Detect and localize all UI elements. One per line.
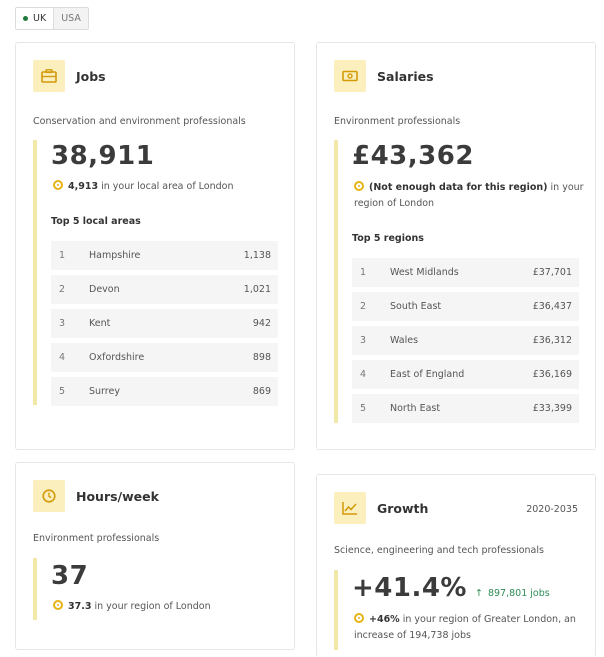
row-rank: 1 — [360, 267, 367, 278]
list-item: 5 Surrey 869 — [51, 377, 278, 406]
hours-subtitle: Environment professionals — [33, 533, 160, 544]
jobs-subtitle: Conservation and environment professiona… — [33, 116, 246, 127]
salaries-card-header: Salaries — [334, 60, 434, 92]
hours-accent-bar — [33, 558, 37, 620]
jobs-card: Jobs Conservation and environment profes… — [15, 42, 295, 450]
location-pin-icon — [354, 613, 364, 623]
list-item: 3 Wales £36,312 — [352, 326, 579, 355]
toggle-usa-label: USA — [61, 13, 81, 24]
row-value: 942 — [252, 318, 271, 329]
row-rank: 4 — [360, 369, 367, 380]
jobs-local: 4,913 in your local area of London — [53, 179, 283, 195]
list-item: 5 North East £33,399 — [352, 394, 579, 423]
salaries-subtitle: Environment professionals — [334, 116, 461, 127]
growth-range: 2020-2035 — [526, 504, 578, 515]
growth-subtitle: Science, engineering and tech profession… — [334, 545, 544, 556]
row-name: South East — [390, 301, 442, 312]
row-rank: 3 — [360, 335, 367, 346]
location-pin-icon — [354, 181, 364, 191]
growth-local: +46% in your region of Greater London, a… — [354, 612, 579, 644]
row-value: £36,437 — [532, 301, 572, 312]
row-rank: 2 — [59, 284, 66, 295]
clock-icon — [33, 480, 65, 512]
row-name: Oxfordshire — [89, 352, 145, 363]
hours-local: 37.3 in your region of London — [53, 599, 283, 615]
row-rank: 4 — [59, 352, 66, 363]
row-value: 1,138 — [243, 250, 271, 261]
growth-card-header: Growth — [334, 492, 428, 524]
salaries-title: Salaries — [377, 68, 434, 84]
jobs-card-header: Jobs — [33, 60, 106, 92]
money-icon — [334, 60, 366, 92]
jobs-top-list: 1 Hampshire 1,138 2 Devon 1,021 3 Kent 942 4 Ox… — [51, 241, 278, 411]
row-name: West Midlands — [390, 267, 459, 278]
hours-local-bold: 37.3 — [68, 601, 92, 612]
hours-local-text: in your region of London — [91, 601, 211, 612]
row-value: £37,701 — [532, 267, 572, 278]
salaries-local-bold: (Not enough data for this region) — [369, 182, 548, 193]
salaries-local: (Not enough data for this region) in you… — [354, 180, 584, 212]
briefcase-icon — [33, 60, 65, 92]
row-name: Surrey — [89, 386, 120, 397]
salaries-accent-bar — [334, 140, 338, 423]
row-name: Kent — [89, 318, 111, 329]
hours-title: Hours/week — [76, 488, 159, 504]
growth-accent-bar — [334, 570, 338, 650]
jobs-title: Jobs — [76, 68, 106, 84]
row-name: Devon — [89, 284, 120, 295]
row-name: Hampshire — [89, 250, 141, 261]
toggle-uk-label: UK — [33, 13, 47, 24]
row-value: 898 — [252, 352, 271, 363]
row-rank: 1 — [59, 250, 66, 261]
row-rank: 5 — [59, 386, 66, 397]
jobs-accent-bar — [33, 140, 37, 405]
row-value: 869 — [252, 386, 271, 397]
row-value: £36,169 — [532, 369, 572, 380]
jobs-local-text: in your local area of London — [98, 181, 234, 192]
country-toggle: UK USA — [15, 7, 89, 30]
list-item: 1 West Midlands £37,701 — [352, 258, 579, 287]
growth-trend-text: 897,801 jobs — [487, 588, 550, 599]
list-item: 4 Oxfordshire 898 — [51, 343, 278, 372]
jobs-value: 38,911 — [51, 141, 155, 171]
row-value: £33,399 — [532, 403, 572, 414]
location-pin-icon — [53, 180, 63, 190]
selected-dot-icon — [23, 16, 28, 21]
line-chart-icon — [334, 492, 366, 524]
toggle-usa[interactable]: USA — [54, 8, 88, 29]
hours-value: 37 — [51, 561, 89, 591]
up-arrow-icon: ↑ — [475, 588, 483, 599]
row-name: North East — [390, 403, 441, 414]
toggle-uk[interactable]: UK — [16, 8, 55, 29]
salaries-top-title: Top 5 regions — [352, 233, 424, 244]
list-item: 2 Devon 1,021 — [51, 275, 278, 304]
row-rank: 5 — [360, 403, 367, 414]
jobs-local-count: 4,913 — [68, 181, 99, 192]
row-value: £36,312 — [532, 335, 572, 346]
hours-card: Hours/week Environment professionals 37 … — [15, 462, 295, 650]
growth-local-bold: +46% — [369, 614, 400, 625]
list-item: 3 Kent 942 — [51, 309, 278, 338]
location-pin-icon — [53, 600, 63, 610]
row-rank: 3 — [59, 318, 66, 329]
list-item: 1 Hampshire 1,138 — [51, 241, 278, 270]
row-value: 1,021 — [243, 284, 271, 295]
salaries-value: £43,362 — [352, 141, 474, 171]
growth-title: Growth — [377, 500, 429, 516]
growth-trend: ↑ 897,801 jobs — [475, 588, 550, 599]
salaries-top-list: 1 West Midlands £37,701 2 South East £36,437… — [352, 258, 579, 428]
row-name: Wales — [390, 335, 419, 346]
growth-value: +41.4% — [352, 573, 467, 603]
jobs-top-title: Top 5 local areas — [51, 216, 141, 227]
growth-card: Growth 2020-2035 Science, engineering an… — [316, 474, 596, 657]
salaries-card: Salaries Environment professionals £43,3… — [316, 42, 596, 450]
list-item: 2 South East £36,437 — [352, 292, 579, 321]
row-name: East of England — [390, 369, 465, 380]
hours-card-header: Hours/week — [33, 480, 159, 512]
row-rank: 2 — [360, 301, 367, 312]
list-item: 4 East of England £36,169 — [352, 360, 579, 389]
